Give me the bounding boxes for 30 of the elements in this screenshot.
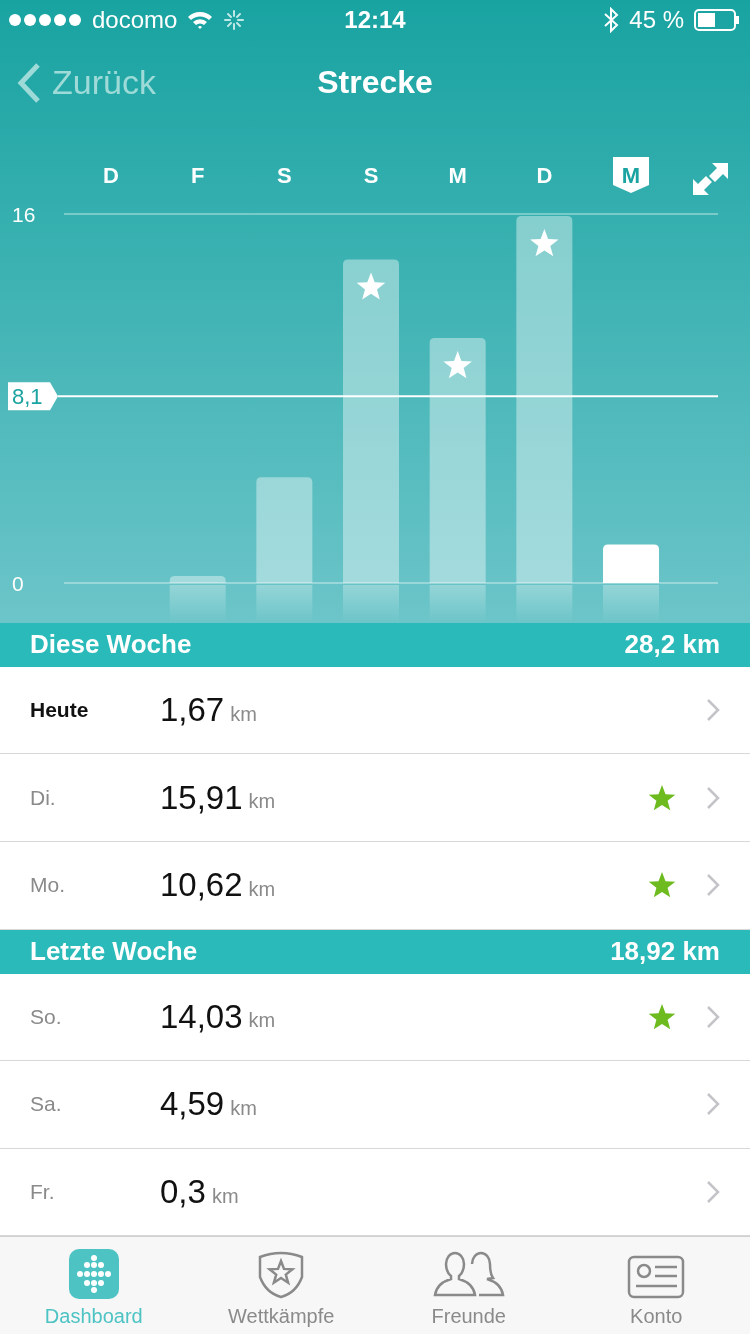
day-label: So. [30, 1004, 63, 1029]
distance-value: 0,3 [160, 1173, 206, 1212]
distance-value: 15,91 [160, 778, 243, 817]
day-label: Fr. [30, 1180, 56, 1205]
battery-percent: 45 % [629, 6, 684, 34]
day-label: Mo. [30, 873, 66, 898]
ref-line-label: 8,1 [12, 384, 43, 410]
day-label: Sa. [30, 1092, 63, 1117]
day-label: Heute [30, 698, 90, 723]
distance-unit: km [211, 1184, 239, 1208]
screen-title: Strecke [316, 64, 434, 101]
distance-value: 14,03 [160, 997, 243, 1036]
carrier-name: docomo [92, 6, 178, 34]
distance-value: 10,62 [160, 866, 243, 905]
section-total: 28,2 km [624, 629, 720, 661]
distance-unit: km [230, 1096, 257, 1120]
section-title: Diese Woche [30, 629, 192, 661]
distance-value: 4,59 [160, 1085, 225, 1124]
distance-value: 1,67 [160, 691, 225, 730]
status-time: 12:14 [343, 6, 407, 34]
reference-line-tag: 8,1 [8, 382, 58, 411]
day-label: Di. [30, 785, 57, 810]
distance-unit: km [248, 790, 276, 814]
distance-unit: km [248, 877, 276, 901]
section-total: 18,92 km [610, 936, 720, 968]
y-tick-label: 16 [12, 203, 36, 226]
y-tick-label: 0 [12, 572, 24, 595]
section-title: Letzte Woche [30, 936, 198, 968]
distance-unit: km [248, 1009, 276, 1033]
distance-unit: km [230, 702, 257, 726]
